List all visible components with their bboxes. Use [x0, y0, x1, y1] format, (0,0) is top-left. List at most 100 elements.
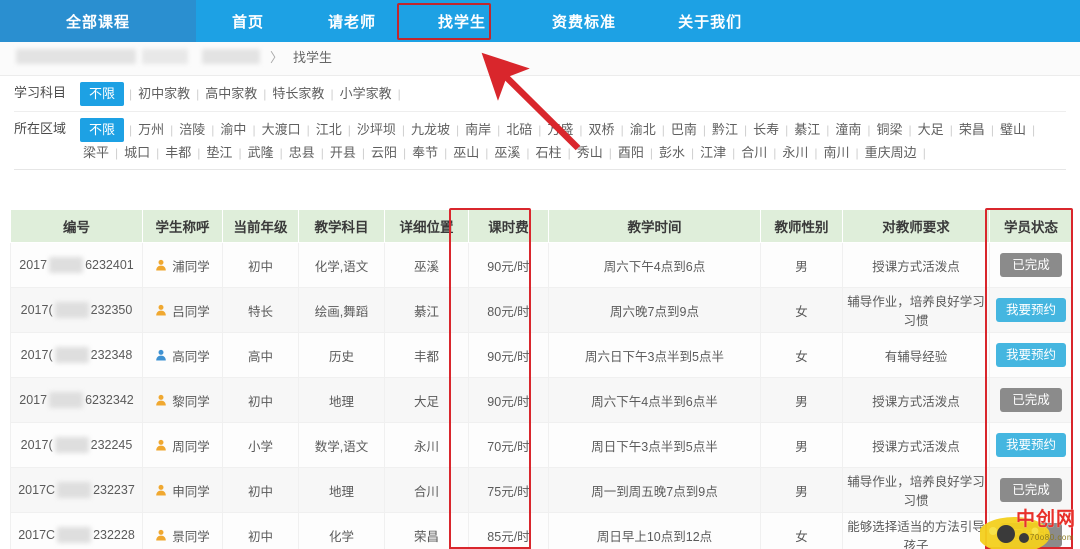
filter-region-option-3[interactable]: 大渡口 — [259, 119, 304, 141]
filter-region-option-27[interactable]: 开县 — [327, 142, 359, 164]
book-now-button[interactable]: 我要预约 — [995, 432, 1066, 458]
watermark-text: 中创网 — [1015, 509, 1076, 530]
col-header-grade[interactable]: 当前年级 — [222, 209, 299, 243]
filter-subject-option-1[interactable]: 高中家教 — [202, 83, 260, 105]
table-row[interactable]: 2017 6232342 黎同学 初中 地理 大足 90元/时 周六下午4点半到6点半男授课方… — [10, 377, 1073, 423]
filter-region-option-24[interactable]: 垫江 — [203, 142, 235, 164]
filter-region-option-10[interactable]: 双桥 — [586, 119, 618, 141]
book-now-button[interactable]: 我要预约 — [995, 342, 1066, 368]
cell-grade: 小学 — [222, 422, 299, 468]
student-id-suffix: 232237 — [93, 483, 135, 497]
pipe-sep: | — [814, 146, 818, 160]
filter-region-option-5[interactable]: 沙坪坝 — [354, 119, 399, 141]
status-completed-button[interactable]: 已完成 — [1000, 387, 1062, 413]
table-row[interactable]: 2017(232350 吕同学 特长 绘画,舞蹈 綦江 80元/时 周六晚7点到9点女辅导作… — [10, 287, 1073, 333]
col-header-gender[interactable]: 教师性别 — [760, 209, 843, 243]
nav-all-courses[interactable]: 全部课程 — [0, 0, 196, 42]
filter-region-option-22[interactable]: 城口 — [121, 142, 153, 164]
cell-grade: 特长 — [222, 287, 299, 333]
nav-all-courses-label: 全部课程 — [65, 13, 130, 31]
filter-region-option-18[interactable]: 大足 — [915, 119, 947, 141]
filter-region-option-37[interactable]: 合川 — [738, 142, 770, 164]
filter-region-option-32[interactable]: 石柱 — [533, 142, 565, 164]
filter-region-option-11[interactable]: 渝北 — [627, 119, 659, 141]
student-id-redacted — [57, 482, 92, 498]
filter-region-option-8[interactable]: 北碚 — [503, 119, 535, 141]
table-row[interactable]: 2017C 232237 申同学 初中 地理 合川 75元/时 周一到周五晚7点到9点男辅导作… — [10, 467, 1073, 513]
filter-region-option-9[interactable]: 万盛 — [544, 119, 576, 141]
filter-subject-option-0[interactable]: 初中家教 — [135, 83, 193, 105]
filter-region-option-0[interactable]: 万州 — [135, 119, 167, 141]
status-completed-button[interactable]: 已完成 — [1000, 252, 1062, 278]
filter-subject-all[interactable]: 不限 — [80, 82, 125, 106]
filter-region-option-16[interactable]: 潼南 — [832, 119, 864, 141]
filter-region-option-29[interactable]: 奉节 — [409, 142, 441, 164]
student-id-prefix: 2017 — [19, 393, 48, 407]
filter-region-option-17[interactable]: 铜梁 — [874, 119, 906, 141]
filter-region-option-40[interactable]: 重庆周边 — [862, 142, 920, 164]
filter-region-option-38[interactable]: 永川 — [779, 142, 811, 164]
filter-region-option-19[interactable]: 荣昌 — [956, 119, 988, 141]
status-completed-button[interactable]: 已完成 — [1000, 477, 1062, 503]
filter-subject-option-3[interactable]: 小学家教 — [337, 83, 395, 105]
col-header-student[interactable]: 学生称呼 — [142, 209, 223, 243]
cell-fee: 85元/时 — [468, 512, 549, 549]
student-table: 编号 学生称呼 当前年级 教学科目 详细位置 课时费 教学时间 教师性别 对教师… — [10, 209, 1073, 549]
table-row[interactable]: 2017C 232228 景同学 初中 化学 荣昌 85元/时 周日早上10点到12点女能够选… — [10, 512, 1073, 549]
col-header-id[interactable]: 编号 — [10, 209, 143, 243]
cell-fee: 70元/时 — [468, 422, 549, 468]
filter-region-option-39[interactable]: 南川 — [821, 142, 853, 164]
nav-about-us[interactable]: 关于我们 — [656, 0, 764, 42]
filter-region-option-35[interactable]: 彭水 — [656, 142, 688, 164]
table-row[interactable]: 2017(232348 高同学 高中 历史 丰都 90元/时 周六日下午3点半到5点半女有辅… — [10, 332, 1073, 378]
filter-region-option-33[interactable]: 秀山 — [574, 142, 606, 164]
breadcrumb-bar: 〉 找学生 — [0, 42, 1080, 76]
filter-region-option-7[interactable]: 南岸 — [462, 119, 494, 141]
book-now-button[interactable]: 我要预约 — [995, 297, 1066, 323]
filter-region-option-31[interactable]: 巫溪 — [491, 142, 523, 164]
cell-student-name: 浦同学 — [142, 242, 223, 288]
filter-region-option-1[interactable]: 涪陵 — [176, 119, 208, 141]
filter-region-option-36[interactable]: 江津 — [697, 142, 729, 164]
filter-region-option-21[interactable]: 梁平 — [80, 142, 112, 164]
filter-region-option-14[interactable]: 长寿 — [750, 119, 782, 141]
cell-fee: 80元/时 — [468, 287, 549, 333]
filter-region-option-6[interactable]: 九龙坡 — [408, 119, 453, 141]
table-row[interactable]: 2017 6232401 浦同学 初中 化学,语文 巫溪 90元/时 周六下午4点到6点男授课… — [10, 242, 1073, 288]
col-header-requirement[interactable]: 对教师要求 — [842, 209, 990, 243]
filter-region-option-26[interactable]: 忠县 — [286, 142, 318, 164]
cell-id: 2017C 232237 — [10, 467, 143, 513]
col-header-status[interactable]: 学员状态 — [989, 209, 1073, 243]
col-header-time[interactable]: 教学时间 — [548, 209, 761, 243]
filter-region-option-25[interactable]: 武隆 — [245, 142, 277, 164]
pipe-sep: | — [702, 123, 706, 137]
filter-region-option-2[interactable]: 渝中 — [217, 119, 249, 141]
col-header-subject[interactable]: 教学科目 — [298, 209, 385, 243]
table-row[interactable]: 2017(232245 周同学 小学 数学,语文 永川 70元/时 周日下午3点半到5点半男… — [10, 422, 1073, 468]
filter-region-option-23[interactable]: 丰都 — [162, 142, 194, 164]
nav-hire-teacher[interactable]: 请老师 — [306, 0, 398, 42]
filter-subject-option-2[interactable]: 特长家教 — [269, 83, 327, 105]
col-header-location[interactable]: 详细位置 — [384, 209, 469, 243]
pipe-sep: | — [238, 146, 242, 160]
pipe-sep: | — [661, 123, 665, 137]
filter-region-all[interactable]: 不限 — [80, 118, 125, 142]
nav-find-student[interactable]: 找学生 — [416, 0, 508, 42]
filter-region-option-20[interactable]: 璧山 — [997, 119, 1029, 141]
filter-region-option-28[interactable]: 云阳 — [368, 142, 400, 164]
pipe-sep: | — [170, 123, 174, 137]
cell-location: 大足 — [384, 377, 469, 423]
filter-region-option-12[interactable]: 巴南 — [668, 119, 700, 141]
filter-region-option-30[interactable]: 巫山 — [450, 142, 482, 164]
cell-gender: 男 — [760, 467, 843, 513]
user-icon — [155, 349, 167, 361]
filter-region-option-4[interactable]: 江北 — [313, 119, 345, 141]
breadcrumb-redacted-site — [16, 49, 136, 64]
filter-region-option-13[interactable]: 黔江 — [709, 119, 741, 141]
cell-gender: 男 — [760, 422, 843, 468]
nav-home[interactable]: 首页 — [210, 0, 286, 42]
col-header-fee[interactable]: 课时费 — [468, 209, 549, 243]
filter-region-option-34[interactable]: 酉阳 — [615, 142, 647, 164]
filter-region-option-15[interactable]: 綦江 — [791, 119, 823, 141]
nav-pricing[interactable]: 资费标准 — [530, 0, 638, 42]
